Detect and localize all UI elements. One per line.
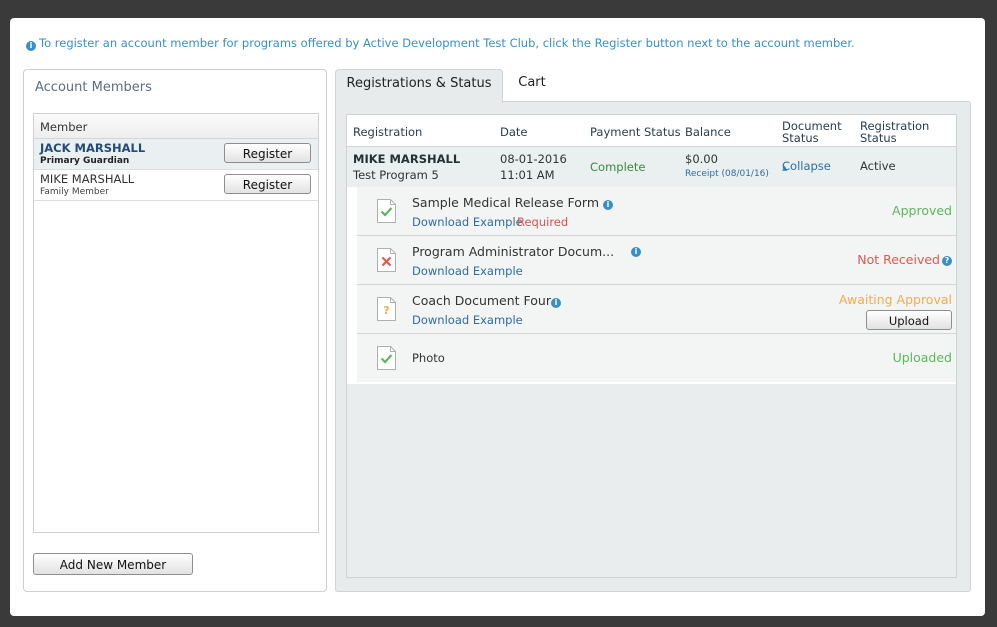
- document-row: ? Coach Document Four i Download Example …: [357, 285, 956, 347]
- member-role: Family Member: [40, 187, 109, 197]
- document-status: Not Received?: [857, 252, 952, 267]
- account-members-panel: Account Members Member JACK MARSHALL Pri…: [23, 69, 327, 592]
- document-row: Program Administrator Docum... i Downloa…: [357, 236, 956, 285]
- member-row-jack-marshall[interactable]: JACK MARSHALL Primary Guardian Register: [34, 139, 318, 170]
- download-example-link[interactable]: Download Example: [412, 215, 523, 229]
- registrations-panel: Registration Date Payment Status Balance…: [335, 101, 971, 592]
- document-list: Sample Medical Release Form i Download E…: [347, 187, 956, 384]
- registration-date: 08-01-2016: [500, 152, 567, 166]
- header-payment-status: Payment Status: [590, 125, 681, 139]
- member-name: JACK MARSHALL: [40, 141, 146, 155]
- download-example-link[interactable]: Download Example: [412, 264, 523, 278]
- info-icon[interactable]: i: [631, 247, 641, 257]
- header-document-status-line2: Status: [782, 131, 819, 145]
- collapse-label: Collapse: [782, 159, 831, 173]
- registration-status: Active: [860, 159, 896, 173]
- document-title: Program Administrator Docum...: [412, 244, 615, 259]
- registrations-header-row: Registration Date Payment Status Balance…: [347, 115, 956, 147]
- header-balance: Balance: [685, 125, 731, 139]
- registrant-name: MIKE MARSHALL: [353, 152, 461, 166]
- registrations-table: Registration Date Payment Status Balance…: [346, 114, 957, 578]
- document-row: Sample Medical Release Form i Download E…: [357, 187, 956, 236]
- balance: $0.00: [685, 152, 718, 166]
- document-title: Photo: [412, 351, 445, 365]
- info-banner: i To register an account member for progr…: [26, 36, 855, 51]
- member-column-header: Member: [34, 114, 318, 139]
- document-title: Coach Document Four i: [412, 293, 561, 308]
- program-name: Test Program 5: [353, 168, 439, 182]
- document-status: Uploaded: [892, 350, 952, 365]
- header-date: Date: [500, 125, 528, 139]
- required-label: Required: [517, 215, 569, 229]
- info-banner-text: To register an account member for progra…: [39, 36, 855, 50]
- payment-status: Complete: [590, 160, 646, 174]
- member-row-mike-marshall[interactable]: MIKE MARSHALL Family Member Register: [34, 170, 318, 201]
- svg-text:?: ?: [383, 304, 389, 317]
- tab-cart[interactable]: Cart: [505, 69, 559, 102]
- add-new-member-button[interactable]: Add New Member: [33, 553, 193, 575]
- member-name: MIKE MARSHALL: [40, 172, 135, 186]
- question-icon: ?: [377, 297, 396, 321]
- register-button[interactable]: Register: [224, 174, 311, 194]
- document-title: Sample Medical Release Form i: [412, 195, 613, 210]
- account-members-title: Account Members: [35, 80, 152, 95]
- member-role: Primary Guardian: [40, 156, 130, 166]
- upload-again-button[interactable]: Upload Again: [866, 310, 952, 347]
- help-icon[interactable]: ?: [942, 256, 952, 266]
- receipt-link[interactable]: Receipt (08/01/16): [685, 169, 769, 179]
- document-row: Photo Uploaded: [357, 334, 956, 382]
- register-button[interactable]: Register: [224, 143, 311, 163]
- check-icon: [377, 199, 396, 223]
- download-example-link[interactable]: Download Example: [412, 313, 523, 327]
- check-icon: [377, 346, 396, 370]
- registration-time: 11:01 AM: [500, 168, 555, 182]
- tab-registrations-status[interactable]: Registrations & Status: [335, 69, 503, 103]
- info-icon[interactable]: i: [551, 298, 561, 308]
- header-registration-status-line2: Status: [860, 131, 897, 145]
- x-icon: [377, 248, 396, 272]
- info-icon: i: [26, 41, 36, 51]
- collapse-toggle[interactable]: Collapse ▲: [782, 159, 831, 173]
- header-registration: Registration: [353, 125, 423, 139]
- register-dialog: i To register an account member for progr…: [10, 18, 985, 616]
- registration-row: MIKE MARSHALL Test Program 5 08-01-2016 …: [347, 147, 956, 188]
- info-icon[interactable]: i: [603, 200, 613, 210]
- document-status: Awaiting Approval: [838, 292, 952, 307]
- document-status: Approved: [892, 203, 952, 218]
- member-table: Member JACK MARSHALL Primary Guardian Re…: [33, 113, 319, 533]
